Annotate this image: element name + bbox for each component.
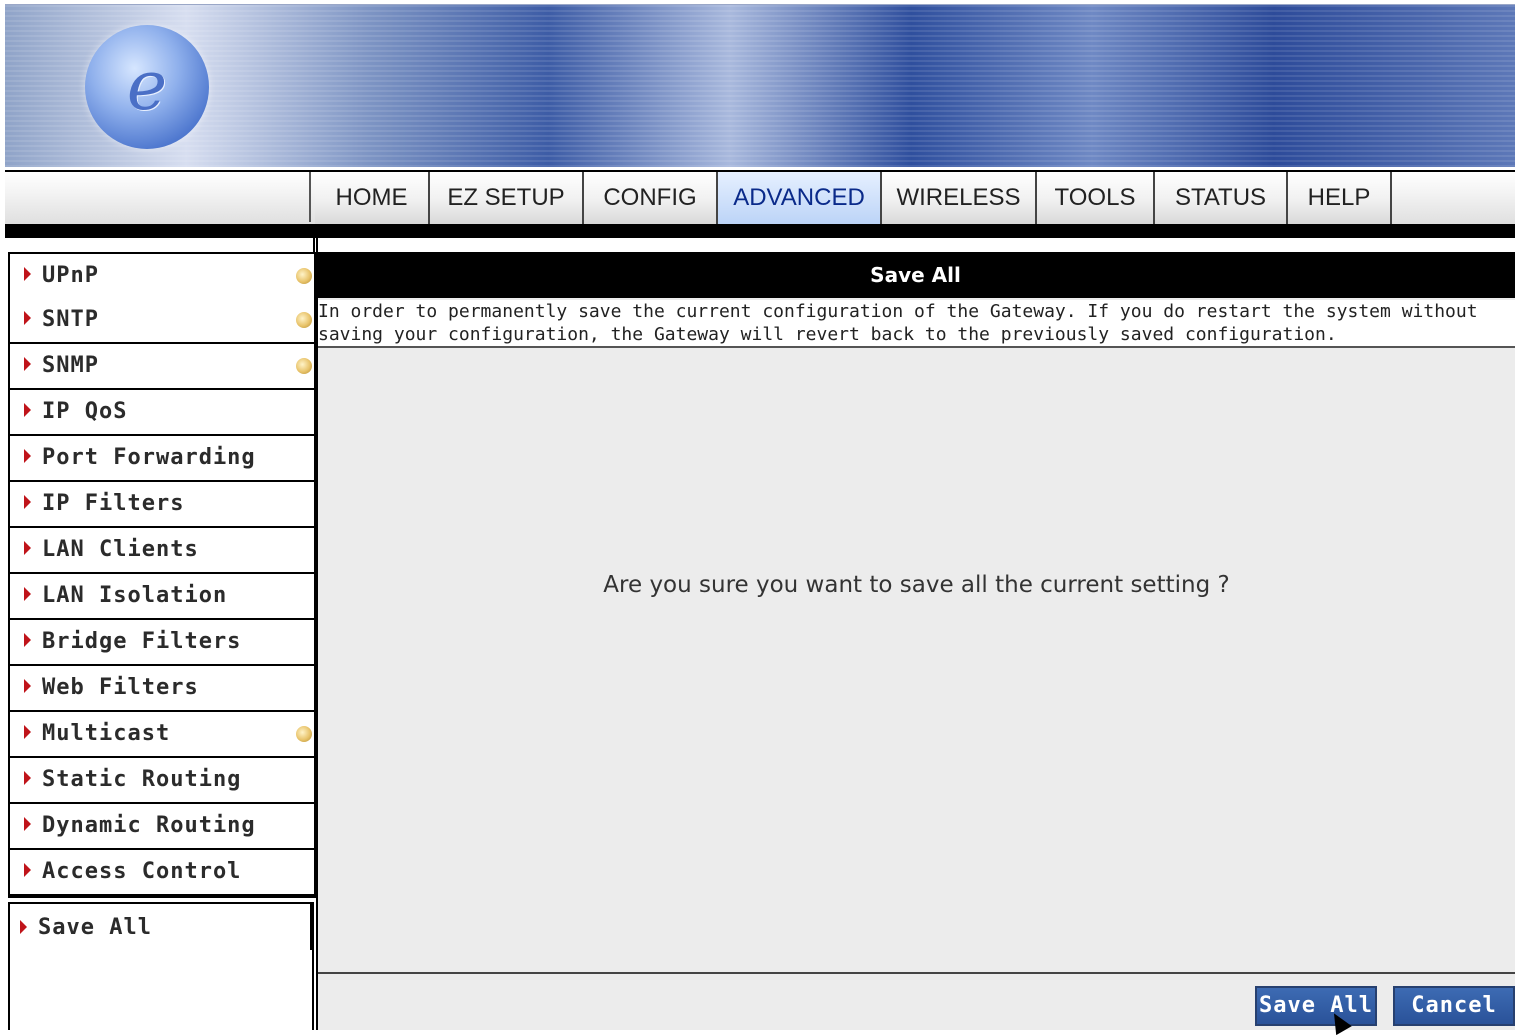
status-dot-icon xyxy=(296,312,312,328)
header-banner: e xyxy=(5,4,1515,167)
sidebar-item-ip-filters[interactable]: IP Filters xyxy=(8,482,316,528)
arrow-right-icon xyxy=(24,311,31,325)
sidebar-item-upnp[interactable]: UPnP xyxy=(8,252,316,300)
sidebar-top-spacer xyxy=(5,238,315,252)
sidebar-item-port-forwarding[interactable]: Port Forwarding xyxy=(8,436,316,482)
tab-advanced[interactable]: ADVANCED xyxy=(718,172,882,224)
arrow-right-icon xyxy=(24,679,31,693)
arrow-right-icon xyxy=(20,920,27,934)
sidebar-item-label: Save All xyxy=(38,915,152,940)
sidebar-item-label: Bridge Filters xyxy=(42,629,242,654)
nav-divider xyxy=(5,224,1515,238)
description-line: saving your configuration, the Gateway w… xyxy=(318,324,1337,345)
sidebar-item-multicast[interactable]: Multicast xyxy=(8,712,316,758)
sidebar-item-ip-qos[interactable]: IP QoS xyxy=(8,390,316,436)
sidebar-item-label: Access Control xyxy=(42,859,242,884)
tab-wireless[interactable]: WIRELESS xyxy=(882,172,1037,224)
arrow-right-icon xyxy=(24,495,31,509)
sidebar-item-label: Multicast xyxy=(42,721,171,746)
tab-home[interactable]: HOME xyxy=(315,172,430,224)
arrow-right-icon xyxy=(24,725,31,739)
arrow-right-icon xyxy=(24,357,31,371)
cancel-button[interactable]: Cancel xyxy=(1393,986,1515,1026)
sidebar-item-bridge-filters[interactable]: Bridge Filters xyxy=(8,620,316,666)
sidebar-item-label: LAN Isolation xyxy=(42,583,228,608)
logo-letter: e xyxy=(126,47,168,126)
sidebar-item-sntp[interactable]: SNTP xyxy=(8,298,316,344)
arrow-right-icon xyxy=(24,403,31,417)
arrow-right-icon xyxy=(24,863,31,877)
sidebar-item-label: Static Routing xyxy=(42,767,242,792)
status-dot-icon xyxy=(296,726,312,742)
sidebar-item-dynamic-routing[interactable]: Dynamic Routing xyxy=(8,804,316,850)
arrow-right-icon xyxy=(24,449,31,463)
footer-divider xyxy=(318,972,1515,974)
sidebar-item-label: Port Forwarding xyxy=(42,445,256,470)
sidebar-item-label: IP QoS xyxy=(42,399,128,424)
logo: e xyxy=(85,25,209,149)
sidebar-item-label: UPnP xyxy=(42,263,99,288)
status-dot-icon xyxy=(296,268,312,284)
arrow-right-icon xyxy=(24,267,31,281)
arrow-right-icon xyxy=(24,817,31,831)
arrow-right-icon xyxy=(24,633,31,647)
sidebar-item-label: IP Filters xyxy=(42,491,185,516)
sidebar-item-label: SNTP xyxy=(42,307,99,332)
sidebar-item-label: SNMP xyxy=(42,353,99,378)
sidebar-item-label: Web Filters xyxy=(42,675,199,700)
sidebar-item-static-routing[interactable]: Static Routing xyxy=(8,758,316,804)
description-line: In order to permanently save the current… xyxy=(318,301,1478,322)
page-title: Save All xyxy=(316,252,1515,298)
tab-ez-setup[interactable]: EZ SETUP xyxy=(430,172,584,224)
status-dot-icon xyxy=(296,358,312,374)
nav-spacer xyxy=(5,172,311,222)
arrow-right-icon xyxy=(24,587,31,601)
tab-help[interactable]: HELP xyxy=(1288,172,1392,224)
confirm-question: Are you sure you want to save all the cu… xyxy=(603,572,1230,598)
main-content xyxy=(316,238,1515,1030)
tab-tools[interactable]: TOOLS xyxy=(1037,172,1155,224)
sidebar-item-label: LAN Clients xyxy=(42,537,199,562)
arrow-right-icon xyxy=(24,771,31,785)
sidebar-item-save-all[interactable]: Save All xyxy=(8,902,314,952)
sidebar-item-access-control[interactable]: Access Control xyxy=(8,850,316,898)
content-top-spacer xyxy=(318,238,1515,252)
page-description: In order to permanently save the current… xyxy=(318,300,1515,348)
tab-config[interactable]: CONFIG xyxy=(584,172,718,224)
sidebar-item-web-filters[interactable]: Web Filters xyxy=(8,666,316,712)
tab-status[interactable]: STATUS xyxy=(1155,172,1288,224)
sidebar-item-lan-isolation[interactable]: LAN Isolation xyxy=(8,574,316,620)
sidebar-item-snmp[interactable]: SNMP xyxy=(8,344,316,390)
arrow-right-icon xyxy=(24,541,31,555)
sidebar-empty-area xyxy=(8,950,314,1030)
save-all-button[interactable]: Save All xyxy=(1255,986,1377,1026)
sidebar-item-lan-clients[interactable]: LAN Clients xyxy=(8,528,316,574)
sidebar-item-label: Dynamic Routing xyxy=(42,813,256,838)
